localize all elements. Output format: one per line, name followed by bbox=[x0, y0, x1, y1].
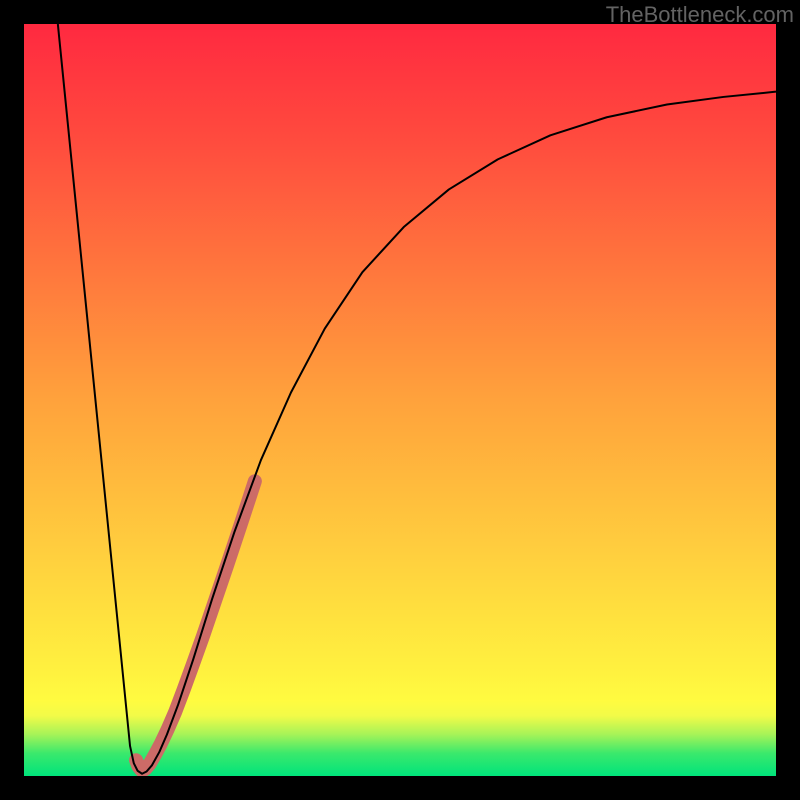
gradient-background bbox=[24, 24, 776, 776]
chart-container: TheBottleneck.com bbox=[0, 0, 800, 800]
chart-svg bbox=[24, 24, 776, 776]
watermark-text: TheBottleneck.com bbox=[606, 2, 794, 28]
plot-area bbox=[24, 24, 776, 776]
